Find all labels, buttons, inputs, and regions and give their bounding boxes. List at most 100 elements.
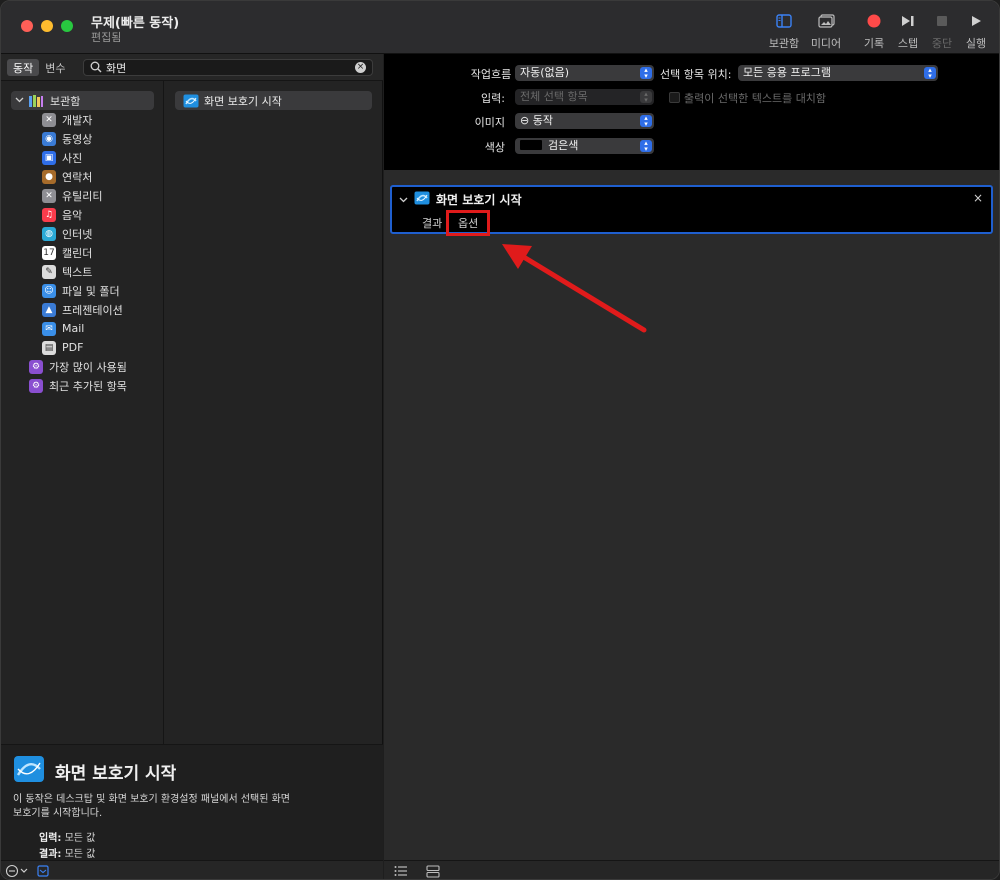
library-item[interactable]: ◍ 인터넷 bbox=[42, 224, 92, 243]
annotation-arrow-icon bbox=[502, 244, 647, 333]
library-item[interactable]: ✎ 텍스트 bbox=[42, 262, 92, 281]
description-result-value: 모든 값 bbox=[64, 849, 96, 860]
description-result-key: 결과: bbox=[39, 849, 62, 860]
search-input[interactable] bbox=[106, 60, 346, 75]
library-mode-segmented-control: 동작 변수 bbox=[7, 59, 72, 76]
popup-stepper-icon: ▴ ▾ bbox=[640, 91, 652, 104]
workflow-area: 작업흐름 수신 자동(없음) ▴ ▾ 선택 항목 위치: 모든 응용 프로그램 ▴… bbox=[384, 54, 999, 879]
more-options-icon[interactable] bbox=[5, 864, 31, 879]
quicktime-icon: ◉ bbox=[42, 131, 56, 146]
globe-icon: ◍ bbox=[42, 226, 56, 241]
media-toolbar-label: 미디어 bbox=[810, 37, 842, 50]
close-icon[interactable]: × bbox=[973, 191, 983, 205]
library-item[interactable]: ▤ PDF bbox=[42, 338, 83, 357]
action-list-item[interactable]: 화면 보호기 시작 bbox=[175, 91, 372, 110]
list-view-icon[interactable] bbox=[394, 865, 408, 879]
library-root-item[interactable]: 보관함 bbox=[11, 91, 154, 110]
zoom-window-button[interactable] bbox=[61, 20, 73, 32]
library-toolbar-button[interactable]: 보관함 bbox=[767, 9, 801, 51]
step-toolbar-button[interactable]: 스텝 bbox=[895, 9, 921, 51]
library-item[interactable]: 17 캘린더 bbox=[42, 243, 92, 262]
library-item[interactable]: ◉ 동영상 bbox=[42, 129, 92, 148]
color-popup[interactable]: 검은색 ▴ ▾ bbox=[515, 138, 654, 154]
action-card-title: 화면 보호기 시작 bbox=[436, 193, 522, 207]
description-toggle-icon[interactable] bbox=[37, 865, 49, 879]
library-item[interactable]: ▲ 프레젠테이션 bbox=[42, 300, 123, 319]
library-item-label: 인터넷 bbox=[62, 227, 93, 241]
library-item-label: 음악 bbox=[62, 208, 83, 222]
library-item[interactable]: ✉ Mail bbox=[42, 319, 84, 338]
results-tab[interactable]: 결과 bbox=[422, 215, 442, 231]
description-result: 결과: 모든 값 bbox=[39, 845, 95, 860]
music-icon: ♫ bbox=[42, 207, 56, 222]
textedit-icon: ✎ bbox=[42, 264, 56, 279]
library-panel: 동작 변수 × 보관함 ✕개발자◉동영상▣사 bbox=[1, 54, 383, 879]
finder-icon: ☺ bbox=[42, 283, 56, 298]
search-bar: 동작 변수 × bbox=[1, 54, 383, 81]
step-toolbar-label: 스텝 bbox=[897, 37, 919, 50]
automator-window: 무제(빠른 동작) 편집됨 보관함 미디어 기록 스텝 중단 실행 동작 변수 … bbox=[0, 0, 1000, 880]
smart-folder-icon: ⚙ bbox=[29, 378, 43, 393]
library-item[interactable]: ☺ 파일 및 폴더 bbox=[42, 281, 120, 300]
record-toolbar-label: 기록 bbox=[863, 37, 885, 50]
media-toolbar-button[interactable]: 미디어 bbox=[809, 9, 843, 51]
smart-group-item[interactable]: ⚙ 가장 많이 사용됨 bbox=[29, 357, 127, 376]
utilities-icon: ✕ bbox=[42, 188, 56, 203]
library-toolbar-label: 보관함 bbox=[768, 37, 800, 50]
search-field[interactable]: × bbox=[83, 59, 373, 76]
screensaver-icon bbox=[13, 755, 45, 786]
action-card[interactable]: 화면 보호기 시작 × 결과 옵션 bbox=[390, 185, 993, 236]
variables-tab[interactable]: 변수 bbox=[39, 59, 71, 76]
description-line: 이 동작은 데스크탑 및 화면 보호기 환경설정 패널에서 선택된 화면 bbox=[13, 794, 291, 805]
record-toolbar-button[interactable]: 기록 bbox=[861, 9, 887, 51]
smart-group-label: 최근 추가된 항목 bbox=[49, 379, 127, 393]
library-item-label: Mail bbox=[62, 322, 85, 335]
input-value: 전체 선택 항목 bbox=[520, 90, 588, 103]
image-popup[interactable]: ⊖ 동작 ▴ ▾ bbox=[515, 113, 654, 129]
library-books-icon bbox=[28, 94, 44, 108]
library-item[interactable]: ✕ 유틸리티 bbox=[42, 186, 102, 205]
description-input-value: 모든 값 bbox=[64, 833, 96, 844]
library-item[interactable]: ● 연락처 bbox=[42, 167, 92, 186]
stop-toolbar-button[interactable]: 중단 bbox=[929, 9, 955, 51]
action-list: 화면 보호기 시작 bbox=[165, 81, 383, 744]
color-label: 색상 bbox=[484, 141, 505, 154]
library-item-label: 캘린더 bbox=[62, 246, 93, 260]
library-item-label: 텍스트 bbox=[62, 265, 93, 279]
options-highlight-box bbox=[446, 210, 490, 236]
library-footer bbox=[1, 860, 383, 879]
photo-stack-icon bbox=[809, 9, 843, 33]
input-popup[interactable]: 전체 선택 항목 ▴ ▾ bbox=[515, 89, 654, 105]
library-item-label: 파일 및 폴더 bbox=[62, 284, 120, 298]
collapse-chevron-icon[interactable] bbox=[399, 194, 408, 207]
action-description: 화면 보호기 시작 이 동작은 데스크탑 및 화면 보호기 환경설정 패널에서 … bbox=[1, 744, 383, 860]
selection-in-popup[interactable]: 모든 응용 프로그램 ▴ ▾ bbox=[738, 65, 938, 81]
library-item-label: 프레젠테이션 bbox=[62, 303, 123, 317]
flow-view-icon[interactable] bbox=[426, 865, 440, 879]
clear-search-icon[interactable]: × bbox=[355, 62, 366, 73]
actions-tab[interactable]: 동작 bbox=[7, 59, 40, 76]
library-item-label: 연락처 bbox=[62, 170, 93, 184]
input-label: 입력: bbox=[481, 92, 505, 105]
screensaver-icon bbox=[183, 94, 199, 108]
stop-toolbar-label: 중단 bbox=[931, 37, 953, 50]
minimize-window-button[interactable] bbox=[41, 20, 53, 32]
library-item[interactable]: ♫ 음악 bbox=[42, 205, 82, 224]
developer-icon: ✕ bbox=[42, 112, 56, 127]
keynote-icon: ▲ bbox=[42, 302, 56, 317]
library-item-label: 개발자 bbox=[62, 113, 93, 127]
popup-stepper-icon: ▴ ▾ bbox=[924, 67, 936, 80]
record-icon bbox=[861, 9, 887, 33]
popup-stepper-icon: ▴ ▾ bbox=[640, 67, 652, 80]
library-item[interactable]: ✕ 개발자 bbox=[42, 110, 92, 129]
replace-text-checkbox[interactable] bbox=[669, 92, 680, 103]
search-icon bbox=[90, 61, 102, 76]
photos-icon: ▣ bbox=[42, 150, 56, 165]
selection-in-value: 모든 응용 프로그램 bbox=[743, 66, 831, 79]
smart-group-item[interactable]: ⚙ 최근 추가된 항목 bbox=[29, 376, 127, 395]
run-toolbar-button[interactable]: 실행 bbox=[963, 9, 989, 51]
library-item[interactable]: ▣ 사진 bbox=[42, 148, 82, 167]
smart-group-label: 가장 많이 사용됨 bbox=[49, 360, 127, 374]
receives-popup[interactable]: 자동(없음) ▴ ▾ bbox=[515, 65, 654, 81]
close-window-button[interactable] bbox=[21, 20, 33, 32]
